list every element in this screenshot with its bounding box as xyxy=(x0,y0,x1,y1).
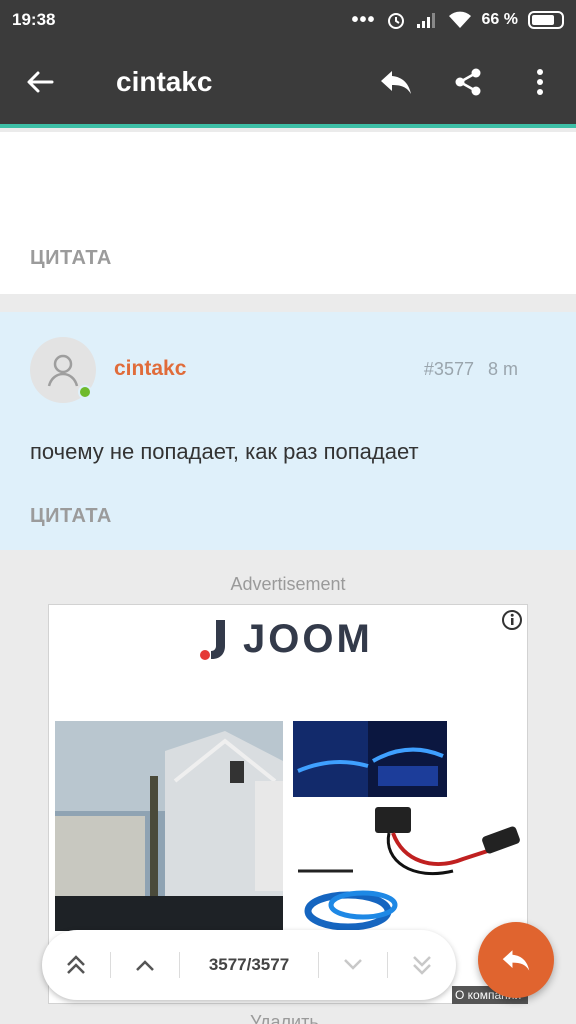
pagination-bar: 3577/3577 xyxy=(42,930,456,1000)
status-bar: 19:38 ••• 66 % xyxy=(0,0,576,40)
previous-post: ЦИТАТА xyxy=(0,132,576,294)
avatar[interactable] xyxy=(30,337,96,403)
first-page-button[interactable] xyxy=(42,930,110,1000)
next-page-button[interactable] xyxy=(319,930,387,1000)
ad-brand: JOOM xyxy=(243,617,373,661)
joom-mark-icon xyxy=(200,619,225,660)
app-bar-actions xyxy=(360,38,576,126)
reply-fab[interactable] xyxy=(478,922,554,998)
quote-button[interactable]: ЦИТАТА xyxy=(30,505,112,528)
page-counter[interactable]: 3577/3577 xyxy=(180,955,318,975)
app-bar: cintakc xyxy=(0,40,576,128)
page-title: cintakc xyxy=(116,66,213,97)
signal-icon xyxy=(416,13,435,28)
chevron-down-icon xyxy=(344,959,362,970)
wifi-icon xyxy=(448,11,471,28)
alarm-icon xyxy=(387,13,404,29)
post-author[interactable]: cintakc xyxy=(114,357,186,381)
remove-ad-link[interactable]: Удалить xyxy=(250,1012,319,1024)
share-icon xyxy=(455,68,481,96)
ad-info-icon[interactable] xyxy=(501,609,523,631)
post-card: cintakc #3577 8 m почему не попадает, ка… xyxy=(0,312,576,550)
online-indicator xyxy=(78,385,92,399)
back-arrow-icon xyxy=(27,71,54,93)
more-vert-icon xyxy=(537,69,543,95)
post-text: почему не попадает, как раз попадает xyxy=(30,439,419,464)
status-time: 19:38 xyxy=(12,10,56,29)
battery-percent: 66 % xyxy=(481,11,518,28)
quote-button[interactable]: ЦИТАТА xyxy=(30,247,112,270)
reply-icon xyxy=(381,71,411,94)
post-number[interactable]: #3577 xyxy=(424,359,474,380)
chevron-up-icon xyxy=(136,960,154,971)
battery-icon xyxy=(528,11,564,29)
reply-icon xyxy=(502,950,530,971)
double-chevron-up-icon xyxy=(67,955,85,974)
reply-button[interactable] xyxy=(360,38,432,126)
house-photo xyxy=(55,721,283,931)
last-page-button[interactable] xyxy=(388,930,456,1000)
el-wire-product-photo xyxy=(293,801,523,933)
notification-dots: ••• xyxy=(351,9,376,31)
post-time: 8 m xyxy=(487,359,518,379)
ad-label: Advertisement xyxy=(230,574,346,594)
joom-logo: JOOM xyxy=(199,617,373,662)
prev-page-button[interactable] xyxy=(111,930,179,1000)
car-interior-photo xyxy=(293,721,447,797)
post-meta: #3577 8 m xyxy=(424,359,518,380)
double-chevron-down-icon xyxy=(413,956,431,975)
back-button[interactable] xyxy=(0,38,80,126)
user-icon xyxy=(47,354,79,387)
more-options-button[interactable] xyxy=(504,38,576,126)
status-icons: ••• 66 % xyxy=(352,10,564,30)
share-button[interactable] xyxy=(432,38,504,126)
